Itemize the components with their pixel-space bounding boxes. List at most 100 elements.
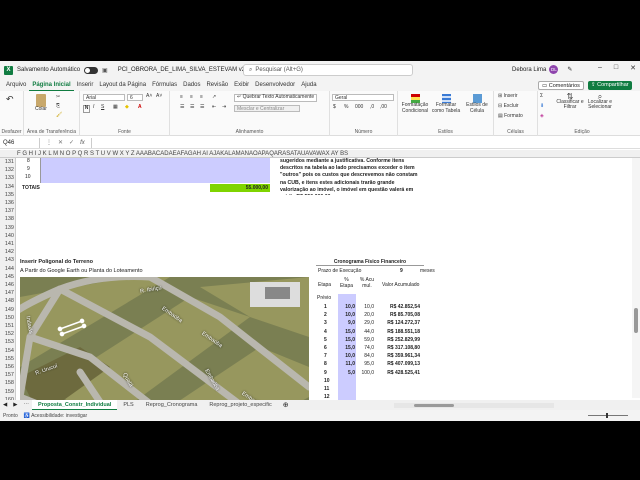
currency-icon[interactable]: $ (333, 104, 336, 111)
autosave-toggle[interactable] (84, 66, 99, 74)
crono-pct-etapa[interactable]: 10,0 (340, 312, 355, 318)
copy-icon[interactable]: ⎘ (56, 103, 60, 110)
row-header[interactable]: 149 (0, 306, 16, 314)
increase-decimal-icon[interactable]: ,0 (370, 104, 374, 111)
decrease-decimal-icon[interactable]: ,00 (380, 104, 387, 111)
cancel-icon[interactable]: ✕ (58, 139, 63, 146)
wrap-text-button[interactable]: ↵ Quebrar Texto Automaticamente (234, 94, 318, 102)
worksheet-grid[interactable]: 8 9 10 TOTAIS 55.000,00 sugeridos median… (16, 158, 640, 404)
comments-button[interactable]: ▭ Comentários (538, 81, 584, 90)
row-header[interactable]: 147 (0, 289, 16, 297)
add-sheet-icon[interactable]: ⊕ (278, 401, 294, 409)
borders-icon[interactable]: ▦ (113, 104, 118, 111)
tab-1[interactable]: Página Inicial (29, 79, 74, 91)
conditional-format-button[interactable]: Formatação Condicional (400, 94, 430, 114)
crono-pct-etapa[interactable]: 10,0 (340, 304, 355, 310)
row-header[interactable]: 141 (0, 240, 16, 248)
align-center-icon[interactable]: ☰ (190, 104, 194, 111)
align-right-icon[interactable]: ☰ (200, 104, 204, 111)
sheet-tab[interactable]: Reprog_Cronograma (140, 400, 204, 410)
row-header[interactable]: 146 (0, 281, 16, 289)
h-scroll-thumb[interactable] (413, 403, 454, 407)
undo-icon[interactable]: ↶ (6, 95, 14, 103)
find-select-button[interactable]: ⌕ Localizar e Selecionar (586, 93, 614, 111)
autosum-icon[interactable]: Σ (540, 93, 543, 100)
font-color-icon[interactable]: A (138, 104, 142, 111)
align-top-icon[interactable]: ≡ (180, 94, 183, 101)
font-size-select[interactable]: 6 (127, 94, 143, 101)
tab-0[interactable]: Arquivo (3, 79, 29, 91)
row-header[interactable]: 151 (0, 322, 16, 330)
pen-icon[interactable]: ✎ (567, 66, 572, 73)
sheet-tab[interactable]: PLS (117, 400, 139, 410)
align-left-icon[interactable]: ☰ (180, 104, 184, 111)
outdent-icon[interactable]: ⇥ (222, 104, 226, 111)
font-name-select[interactable]: Arial (83, 94, 125, 101)
sheet-tab[interactable]: Reprog_projeto_especific (203, 400, 277, 410)
prev-sheet-icon[interactable]: ◀ (0, 402, 10, 408)
fill-icon[interactable]: ⬇ (540, 103, 544, 110)
tab-9[interactable]: Ajuda (298, 79, 319, 91)
format-painter-icon[interactable]: 🖌 (56, 112, 62, 119)
row-header[interactable]: 145 (0, 273, 16, 281)
row-header[interactable]: 156 (0, 363, 16, 371)
formula-options-icon[interactable]: ⋮ (46, 139, 52, 146)
terrain-satellite-map[interactable]: R. Ibiriçu Embaúba Embaúba Quatá Embaúba Emba… (20, 277, 309, 404)
tab-5[interactable]: Dados (180, 79, 203, 91)
formula-input[interactable] (90, 137, 640, 148)
row-header[interactable]: 154 (0, 347, 16, 355)
row-header[interactable]: 135 (0, 191, 16, 199)
crono-pct-etapa[interactable]: 11,0 (340, 361, 355, 367)
row-header[interactable]: 150 (0, 314, 16, 322)
number-format-select[interactable]: Geral (332, 94, 394, 101)
name-box[interactable]: Q46 (0, 137, 40, 148)
row-header[interactable]: 155 (0, 355, 16, 363)
lavender-input-area[interactable] (40, 158, 270, 183)
search-box[interactable]: ⌕ Pesquisar (Alt+G) (243, 64, 413, 76)
file-name[interactable]: PCI_OBRORA_DE_LIMA_SILVA_ESTEVAM v2.xls (118, 67, 254, 73)
tab-2[interactable]: Inserir (74, 79, 97, 91)
row-header[interactable]: 144 (0, 265, 16, 273)
row-header[interactable]: 153 (0, 338, 16, 346)
row-header[interactable]: 148 (0, 297, 16, 305)
prazo-value[interactable]: 9 (400, 268, 403, 274)
minimize-icon[interactable]: – (598, 64, 602, 72)
horizontal-scrollbar[interactable] (393, 402, 554, 408)
next-sheet-icon[interactable]: ▶ (10, 402, 20, 408)
row-header[interactable]: 139 (0, 224, 16, 232)
crono-pct-etapa[interactable]: 15,0 (340, 337, 355, 343)
row-header[interactable]: 131 (0, 158, 16, 166)
scroll-thumb[interactable] (634, 308, 638, 333)
insert-cells-button[interactable]: ⊞ Inserir (498, 93, 518, 100)
bold-icon[interactable]: N (83, 105, 90, 113)
tab-4[interactable]: Fórmulas (149, 79, 180, 91)
row-header[interactable]: 159 (0, 388, 16, 396)
paste-button[interactable]: Colar (34, 94, 48, 113)
row-header[interactable]: 140 (0, 232, 16, 240)
decrease-font-icon[interactable]: A˅ (156, 93, 162, 100)
close-icon[interactable]: ✕ (630, 64, 636, 72)
row-headers[interactable]: 131 132 133 134 135 136 137 138 139 140 141 142 143 1… (0, 158, 16, 404)
zoom-slider[interactable] (588, 413, 628, 418)
fx-icon[interactable]: fx (80, 140, 85, 146)
merge-center-button[interactable]: Mesclar e Centralizar (234, 105, 300, 112)
crono-pct-etapa[interactable]: 10,0 (340, 353, 355, 359)
orientation-icon[interactable]: ↗ (212, 94, 216, 101)
row-header[interactable]: 138 (0, 215, 16, 223)
share-button[interactable]: ⇪ Compartilhar (588, 81, 632, 90)
format-cells-button[interactable]: ▤ Formato (498, 113, 523, 120)
percent-icon[interactable]: % (344, 104, 348, 111)
row-header[interactable]: 133 (0, 174, 16, 182)
cut-icon[interactable]: ✂ (56, 94, 60, 101)
increase-font-icon[interactable]: A˄ (146, 93, 152, 100)
cell-styles-button[interactable]: Estilos de Célula (462, 94, 492, 114)
zoom-thumb[interactable] (606, 413, 608, 418)
clear-icon[interactable]: ◈ (540, 113, 544, 120)
underline-icon[interactable]: S (101, 104, 104, 111)
format-table-button[interactable]: Formatar como Tabela (431, 94, 461, 114)
thousands-icon[interactable]: 000 (355, 104, 363, 111)
row-header[interactable]: 143 (0, 256, 16, 264)
row-header[interactable]: 136 (0, 199, 16, 207)
column-headers[interactable]: F G H I J K L M N O P Q R S T U V W X Y … (0, 150, 640, 158)
fill-color-icon[interactable]: ◆ (125, 104, 129, 111)
